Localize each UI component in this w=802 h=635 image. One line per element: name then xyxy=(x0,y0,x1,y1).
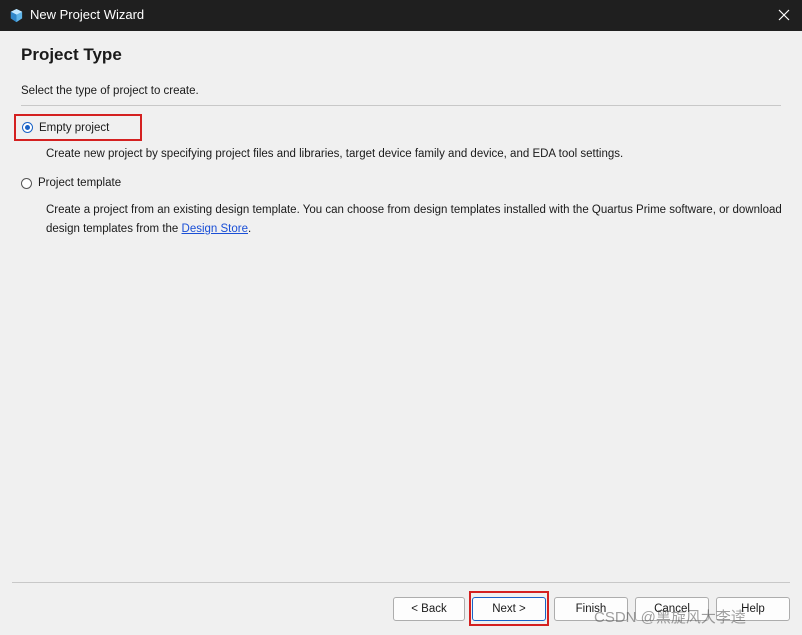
close-icon[interactable] xyxy=(774,5,794,25)
window-title: New Project Wizard xyxy=(30,7,145,22)
watermark: CSDN @黑旋风大李逵 xyxy=(594,609,746,626)
empty-project-radio[interactable] xyxy=(22,122,33,133)
quartus-app-icon xyxy=(10,8,23,23)
empty-project-option[interactable]: Empty project xyxy=(14,114,142,141)
header-divider xyxy=(21,105,781,106)
description-period: . xyxy=(248,223,252,235)
page-instruction: Select the type of project to create. xyxy=(21,85,199,97)
empty-project-description: Create new project by specifying project… xyxy=(46,148,624,160)
design-store-link[interactable]: Design Store xyxy=(182,223,248,235)
page-title: Project Type xyxy=(21,45,122,64)
project-template-description: Create a project from an existing design… xyxy=(46,201,786,239)
project-template-option[interactable]: Project template xyxy=(21,171,121,195)
back-button[interactable]: < Back xyxy=(393,597,465,621)
title-bar: New Project Wizard xyxy=(0,0,802,31)
next-button[interactable]: Next > xyxy=(472,597,546,621)
empty-project-label: Empty project xyxy=(39,121,110,134)
footer-divider xyxy=(12,582,790,583)
project-template-description-text: Create a project from an existing design… xyxy=(46,204,782,235)
project-template-radio[interactable] xyxy=(21,177,32,189)
project-template-label: Project template xyxy=(38,177,122,189)
